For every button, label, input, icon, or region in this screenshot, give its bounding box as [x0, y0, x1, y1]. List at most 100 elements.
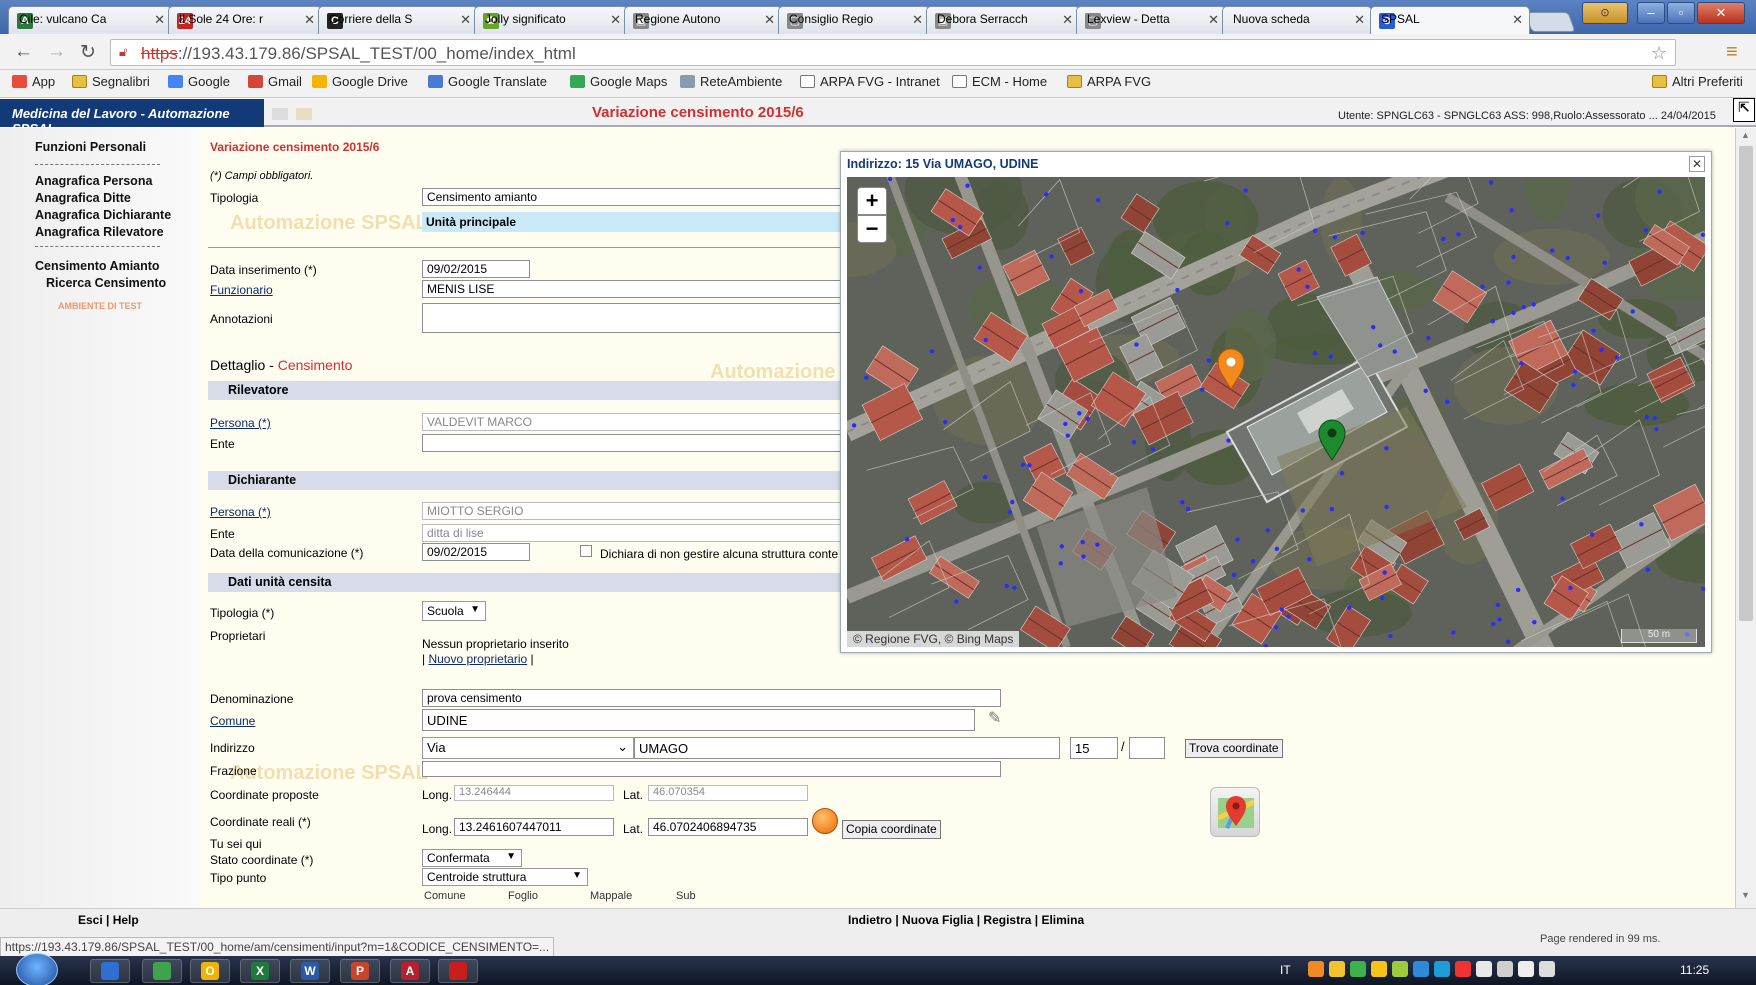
zoom-out-button[interactable]: −: [857, 215, 887, 243]
indirizzo-tipo-select[interactable]: Via ⌄: [422, 737, 634, 759]
tab-9[interactable]: Nuova scheda ✕: [1222, 6, 1372, 34]
forward-arrow-icon[interactable]: →: [47, 41, 66, 63]
scroll-down-icon[interactable]: ▼: [1741, 890, 1750, 900]
bookmark-1[interactable]: App: [12, 74, 55, 89]
sidebar-item-anagrafica-persona[interactable]: Anagrafica Persona: [35, 174, 152, 188]
copia-coordinate-button[interactable]: Copia coordinate: [842, 820, 941, 839]
taskbar-app-4[interactable]: X: [240, 959, 280, 983]
denominazione-field[interactable]: prova censimento: [422, 689, 1001, 707]
help-link[interactable]: Help: [113, 913, 139, 927]
chrome-menu-icon[interactable]: ≡: [1726, 41, 1738, 64]
tab-close-icon[interactable]: ✕: [1354, 12, 1365, 28]
tray-icon[interactable]: [1497, 961, 1513, 977]
indietro-link[interactable]: Indietro: [848, 913, 892, 927]
url-input[interactable]: 🔓︎ https://193.43.179.86/SPSAL_TEST/00_h…: [110, 39, 1676, 66]
eraser-icon[interactable]: ✎: [988, 708, 1001, 728]
bookmark-3[interactable]: Google: [168, 74, 230, 89]
taskbar-app-7[interactable]: A: [390, 959, 430, 983]
taskbar-app-8[interactable]: [438, 959, 478, 983]
minimize-window-button[interactable]: –: [1637, 2, 1665, 24]
tab-4[interactable]: ✿ Jolly significato ✕: [474, 6, 628, 34]
tray-icon[interactable]: [1413, 961, 1429, 977]
scrollbar-thumb[interactable]: [1739, 146, 1753, 621]
indirizzo-nome-field[interactable]: UMAGO: [634, 737, 1060, 759]
tab-5[interactable]: ▣ Regione Autono ✕: [624, 6, 782, 34]
sidebar-item-anagrafica-dichiarante[interactable]: Anagrafica Dichiarante: [35, 208, 171, 222]
maximize-window-button[interactable]: ▫: [1667, 2, 1695, 24]
bookmark-4[interactable]: Gmail: [248, 74, 302, 89]
tipologia-select[interactable]: Scuola ▼: [422, 601, 486, 621]
funzionario-field[interactable]: MENIS LISE: [422, 280, 842, 298]
tray-icon[interactable]: [1371, 961, 1387, 977]
clock[interactable]: 11:25: [1680, 963, 1709, 977]
star-bookmark-icon[interactable]: ☆: [1651, 43, 1667, 64]
rilevatore-persona-link[interactable]: Persona (*): [210, 416, 271, 430]
tab-3[interactable]: C Corriere della S ✕: [318, 6, 478, 34]
tray-icon[interactable]: [1392, 961, 1408, 977]
start-button[interactable]: [16, 953, 58, 985]
tab-close-icon[interactable]: ✕: [1208, 12, 1219, 28]
bookmark-5[interactable]: Google Drive: [312, 74, 408, 89]
lat-reale-field[interactable]: 46.0702406894735: [648, 818, 808, 836]
tipologia-field[interactable]: Censimento amianto: [422, 188, 842, 206]
sidebar-item-censimento-amianto[interactable]: Censimento Amianto: [35, 259, 160, 273]
tipo-punto-select[interactable]: Centroide struttura ▼: [422, 868, 588, 886]
aerial-map[interactable]: [847, 177, 1705, 647]
rilevatore-ente-field[interactable]: [422, 434, 842, 452]
map-locate-icon[interactable]: [1210, 787, 1260, 837]
tray-icon[interactable]: [1476, 961, 1492, 977]
taskbar-app-1[interactable]: [90, 959, 130, 983]
annotazioni-textarea[interactable]: [422, 303, 842, 333]
data-inserimento-field[interactable]: 09/02/2015: [422, 260, 530, 278]
tab-close-icon[interactable]: ✕: [460, 12, 471, 28]
reload-icon[interactable]: ↻: [80, 41, 96, 64]
tab-6[interactable]: ▢ Consiglio Regio ✕: [778, 6, 930, 34]
tab-8[interactable]: ▢ Lexview - Detta ✕: [1076, 6, 1226, 34]
trova-coordinate-button[interactable]: Trova coordinate: [1185, 739, 1283, 758]
taskbar-app-3[interactable]: O: [190, 959, 230, 983]
comune-link[interactable]: Comune: [210, 714, 255, 728]
sidebar-item-anagrafica-rilevatore[interactable]: Anagrafica Rilevatore: [35, 225, 164, 239]
tab-10[interactable]: ⊘ SPSAL ✕: [1370, 6, 1530, 34]
language-indicator[interactable]: IT: [1280, 963, 1291, 977]
nuovo-proprietario-link[interactable]: Nuovo proprietario: [428, 652, 527, 666]
taskbar-app-6[interactable]: P: [340, 959, 380, 983]
zoom-in-button[interactable]: +: [857, 187, 887, 215]
bookmark-7[interactable]: Google Maps: [570, 74, 667, 89]
nuova-figlia-link[interactable]: Nuova Figlia: [902, 913, 973, 927]
bookmark-11[interactable]: ARPA FVG: [1067, 74, 1151, 89]
tray-icon[interactable]: [1518, 961, 1534, 977]
bookmark-2[interactable]: Segnalibri: [72, 74, 150, 89]
stato-coordinate-select[interactable]: Confermata ▼: [422, 849, 522, 867]
bookmark-6[interactable]: Google Translate: [428, 74, 547, 89]
frazione-field[interactable]: [422, 761, 1001, 777]
tab-close-icon[interactable]: ✕: [912, 12, 923, 28]
tab-close-icon[interactable]: ✕: [304, 12, 315, 28]
tab-7[interactable]: ▣ Debora Serracch ✕: [926, 6, 1080, 34]
tab-close-icon[interactable]: ✕: [610, 12, 621, 28]
other-bookmarks[interactable]: Altri Preferiti: [1652, 74, 1743, 89]
sidebar-item-anagrafica-ditte[interactable]: Anagrafica Ditte: [35, 191, 131, 205]
orange-marker-icon[interactable]: [812, 808, 838, 834]
bookmark-9[interactable]: ARPA FVG - Intranet: [800, 74, 940, 89]
comune-field[interactable]: UDINE: [422, 709, 975, 731]
page-scrollbar[interactable]: ▲ ▼: [1735, 128, 1756, 908]
dichiarante-persona-link[interactable]: Persona (*): [210, 505, 271, 519]
tray-icon[interactable]: [1539, 961, 1555, 977]
back-arrow-icon[interactable]: ←: [14, 41, 33, 63]
tab-2[interactable]: 24 Il Sole 24 Ore: r ✕: [168, 6, 322, 34]
bookmark-10[interactable]: ECM - Home: [952, 74, 1047, 89]
dichiara-checkbox[interactable]: [580, 545, 592, 557]
tray-icon[interactable]: [1329, 961, 1345, 977]
scroll-up-icon[interactable]: ▲: [1741, 130, 1750, 140]
sidebar-section-personal[interactable]: Funzioni Personali: [35, 140, 146, 154]
tray-icon[interactable]: [1455, 961, 1471, 977]
tab-1[interactable]: A Cile: vulcano Ca ✕: [8, 6, 172, 34]
close-icon[interactable]: ✕: [1689, 156, 1705, 172]
tab-close-icon[interactable]: ✕: [154, 12, 165, 28]
sidebar-item-ricerca-censimento[interactable]: Ricerca Censimento: [46, 276, 166, 290]
bookmark-8[interactable]: ReteAmbiente: [680, 74, 782, 89]
data-comunicazione-field[interactable]: 09/02/2015: [422, 543, 530, 561]
funzionario-link[interactable]: Funzionario: [210, 283, 273, 297]
civico-bis-field[interactable]: [1129, 737, 1165, 759]
